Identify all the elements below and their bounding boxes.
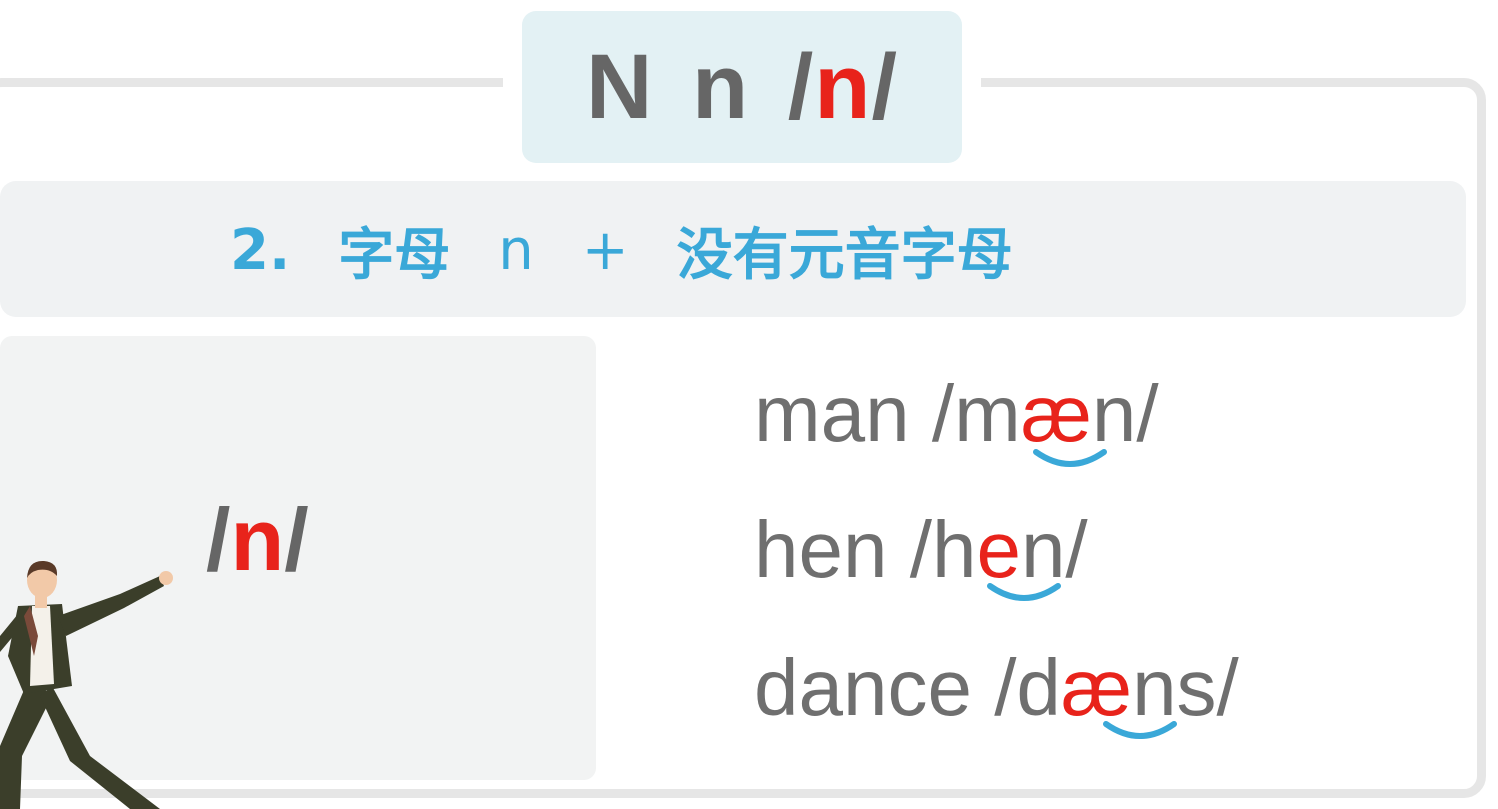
lesson-slide: N n / n/ 2. 字母 n + 没有元音字母 /n/ man /mæn/ … bbox=[0, 0, 1498, 809]
title-phoneme: n bbox=[814, 35, 872, 138]
phoneme-open-slash: / bbox=[206, 490, 231, 589]
phoneme-label: /n/ bbox=[206, 496, 309, 584]
word-line-hen: hen /hen/ bbox=[754, 510, 1088, 590]
word-text: hen bbox=[754, 505, 888, 594]
rule-text-a: 字母 bbox=[338, 222, 451, 288]
word-text: dance bbox=[754, 643, 972, 732]
word-line-man: man /mæn/ bbox=[754, 374, 1159, 454]
title-close-slash: / bbox=[871, 35, 899, 138]
rule-plus: + bbox=[581, 217, 629, 283]
vowel-arc-hen bbox=[987, 583, 1061, 601]
phoneme-sound: n bbox=[230, 490, 285, 589]
word-line-dance: dance /dæns/ bbox=[754, 648, 1239, 728]
rule-text: 2. 字母 n + 没有元音字母 bbox=[230, 210, 1013, 290]
vowel-arc-man bbox=[1033, 449, 1107, 467]
rule-text-b: 没有元音字母 bbox=[676, 222, 1013, 288]
dancer-illustration bbox=[0, 560, 173, 809]
phoneme-close-slash: / bbox=[284, 490, 309, 589]
ipa-pre: /m bbox=[931, 369, 1021, 458]
ipa-post: n/ bbox=[1091, 369, 1159, 458]
title-letters: N n / bbox=[585, 35, 815, 138]
ipa-pre: /h bbox=[909, 505, 977, 594]
word-text: man bbox=[754, 369, 910, 458]
ipa-vowel: æ bbox=[1020, 369, 1092, 458]
vowel-arc-dance bbox=[1103, 721, 1177, 739]
rule-number: 2. bbox=[230, 217, 291, 283]
rule-letter: n bbox=[498, 217, 534, 283]
slide-title: N n / n / bbox=[522, 11, 962, 163]
ipa-pre: /d bbox=[994, 643, 1061, 732]
